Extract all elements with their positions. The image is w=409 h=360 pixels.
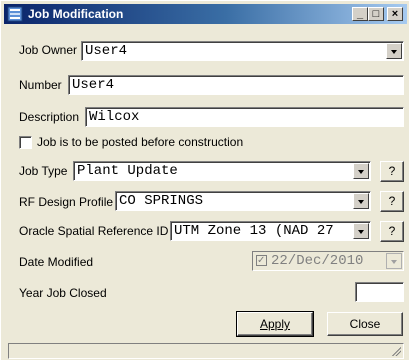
rf-design-profile-label: RF Design Profile [19,195,114,209]
job-type-select[interactable]: Plant Update [73,161,371,181]
apply-label: Apply [259,317,291,331]
description-label: Description [19,110,80,124]
number-label: Number [19,78,62,92]
job-owner-value: User4 [85,43,128,59]
maximize-button[interactable]: □ [368,7,384,21]
resize-grip-icon[interactable] [391,346,401,356]
date-modified-label: Date Modified [19,255,94,269]
description-field[interactable]: Wilcox [85,107,404,127]
posted-before-construction-label: Job is to be posted before construction [37,135,244,149]
job-owner-label: Job Owner [19,43,78,57]
job-type-value: Plant Update [77,163,178,179]
window-title: Job Modification [28,7,124,21]
oracle-srid-select[interactable]: UTM Zone 13 (NAD 27 [170,221,371,241]
oracle-srid-value: UTM Zone 13 (NAD 27 [174,223,334,239]
close-icon: × [391,8,399,20]
job-type-label: Job Type [19,164,68,178]
chevron-down-icon[interactable] [386,43,402,59]
rf-design-profile-select[interactable]: CO SPRINGS [115,191,371,211]
date-enabled-checkbox [256,252,267,270]
description-value: Wilcox [89,109,140,125]
posted-before-construction-checkbox[interactable] [19,136,32,149]
rf-design-profile-value: CO SPRINGS [119,193,204,209]
maximize-icon: □ [372,8,380,20]
job-window-icon [7,6,23,22]
year-closed-field[interactable] [355,282,404,302]
job-modification-window: Job Modification _ □ × Job Owner User4 N… [0,0,409,360]
year-closed-label: Year Job Closed [19,286,107,300]
chevron-down-icon [386,253,402,269]
title-bar[interactable]: Job Modification _ □ × [4,4,407,24]
oracle-srid-help-button[interactable]: ? [380,221,404,242]
number-field[interactable]: User4 [68,75,404,95]
close-window-button[interactable]: × [387,7,403,21]
minimize-button[interactable]: _ [352,7,368,21]
number-value: User4 [72,77,115,93]
oracle-srid-label: Oracle Spatial Reference ID [19,224,169,238]
job-type-help-button[interactable]: ? [380,161,404,182]
chevron-down-icon[interactable] [353,163,369,179]
minimize-icon: _ [356,8,364,20]
date-modified-value: 22/Dec/2010 [271,253,364,269]
close-button[interactable]: Close [327,312,403,336]
chevron-down-icon[interactable] [353,223,369,239]
status-bar [8,343,404,359]
chevron-down-icon[interactable] [353,193,369,209]
rf-design-help-button[interactable]: ? [380,191,404,212]
close-label: Close [349,317,381,331]
job-owner-select[interactable]: User4 [81,41,404,61]
apply-button[interactable]: Apply [236,311,314,337]
date-modified-picker: 22/Dec/2010 [252,251,404,271]
